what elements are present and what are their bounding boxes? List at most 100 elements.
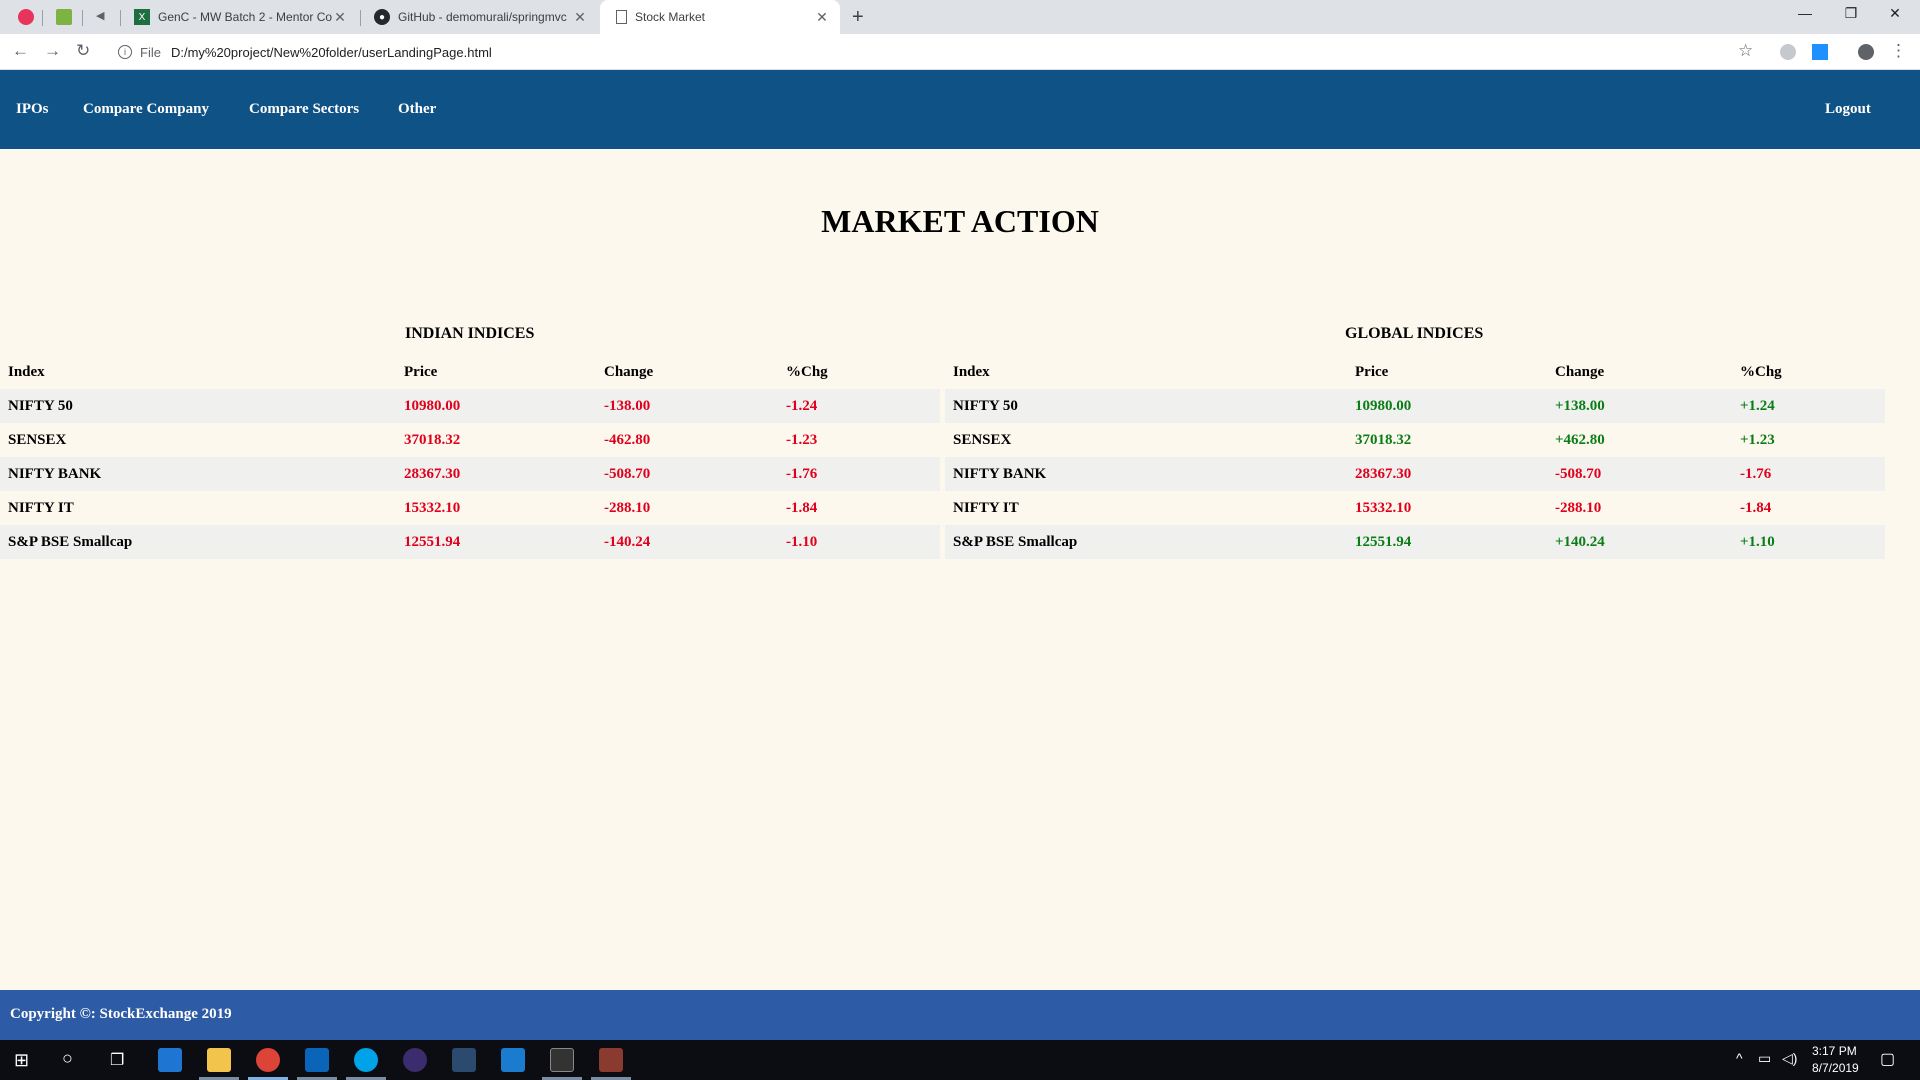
vscode-icon[interactable] bbox=[501, 1048, 525, 1072]
index-price: 15332.10 bbox=[404, 499, 461, 516]
table-row: NIFTY 50 10980.00 -138.00 -1.24 bbox=[0, 389, 940, 423]
index-name: SENSEX bbox=[8, 431, 67, 448]
search-icon[interactable]: ○ bbox=[62, 1048, 73, 1069]
clock-time[interactable]: 3:17 PM bbox=[1812, 1044, 1857, 1058]
tab-stock-market[interactable]: Stock Market ✕ bbox=[600, 0, 840, 34]
index-price: 10980.00 bbox=[1347, 389, 1547, 423]
forward-icon[interactable]: → bbox=[44, 41, 61, 61]
table-header-row: Index Price Change %Chg bbox=[945, 355, 1885, 389]
page-footer: Copyright ©: StockExchange 2019 bbox=[0, 990, 1920, 1040]
volume-icon[interactable]: ◁) bbox=[1782, 1050, 1797, 1067]
table-row: S&P BSE Smallcap 12551.94 -140.24 -1.10 bbox=[0, 525, 940, 559]
windows-start-icon[interactable]: ⊞ bbox=[14, 1050, 29, 1071]
chrome-icon[interactable] bbox=[256, 1048, 280, 1072]
index-pct-change: +1.10 bbox=[1732, 525, 1885, 559]
close-window-button[interactable]: ✕ bbox=[1880, 5, 1910, 22]
close-icon[interactable]: ✕ bbox=[332, 9, 348, 26]
column-header: %Chg bbox=[1740, 363, 1782, 380]
menu-icon[interactable]: ⋮ bbox=[1890, 41, 1907, 61]
windows-extension-icon[interactable] bbox=[1812, 44, 1828, 60]
nav-compare-company[interactable]: Compare Company bbox=[83, 101, 209, 118]
column-header: Price bbox=[1355, 363, 1389, 380]
index-change: -138.00 bbox=[596, 389, 778, 423]
file-explorer-icon[interactable] bbox=[207, 1048, 231, 1072]
eclipse-icon[interactable] bbox=[403, 1048, 427, 1072]
clock-date[interactable]: 8/7/2019 bbox=[1812, 1061, 1859, 1075]
index-change: +138.00 bbox=[1547, 389, 1732, 423]
index-price: 12551.94 bbox=[396, 525, 596, 559]
index-name: S&P BSE Smallcap bbox=[0, 525, 396, 559]
table-header-row: Index Price Change %Chg bbox=[0, 355, 940, 389]
table-row: NIFTY IT 15332.10 -288.10 -1.84 bbox=[945, 491, 1885, 525]
table-row: NIFTY BANK 28367.30 -508.70 -1.76 bbox=[945, 457, 1885, 491]
index-name: NIFTY IT bbox=[8, 499, 74, 516]
index-pct-change: -1.24 bbox=[778, 389, 940, 423]
task-view-icon[interactable]: ❐ bbox=[110, 1050, 124, 1070]
profile-icon[interactable] bbox=[1858, 44, 1874, 60]
edge-icon[interactable] bbox=[158, 1048, 182, 1072]
nav-logout[interactable]: Logout bbox=[1825, 101, 1871, 118]
index-pct-change: +1.23 bbox=[1740, 431, 1775, 448]
app-navbar: IPOs Compare Company Compare Sectors Oth… bbox=[0, 70, 1920, 149]
index-change: -508.70 bbox=[596, 457, 778, 491]
indian-indices-table: Index Price Change %Chg NIFTY 50 10980.0… bbox=[0, 355, 940, 559]
restore-button[interactable]: ❐ bbox=[1836, 5, 1866, 22]
pinned-tab-icon[interactable] bbox=[18, 9, 34, 25]
index-pct-change: -1.76 bbox=[1732, 457, 1885, 491]
app-icon[interactable] bbox=[599, 1048, 623, 1072]
tab-genc[interactable]: X GenC - MW Batch 2 - Mentor Co ✕ bbox=[122, 0, 358, 34]
column-header: Change bbox=[1555, 363, 1605, 380]
tab-title: GenC - MW Batch 2 - Mentor Co bbox=[158, 10, 332, 24]
notifications-icon[interactable]: ▢ bbox=[1880, 1049, 1895, 1069]
skype-icon[interactable] bbox=[354, 1048, 378, 1072]
new-tab-button[interactable]: + bbox=[852, 6, 864, 29]
index-change: +140.24 bbox=[1547, 525, 1732, 559]
indian-indices-heading: INDIAN INDICES bbox=[405, 325, 535, 342]
document-icon bbox=[616, 10, 627, 24]
minimize-button[interactable]: — bbox=[1790, 5, 1820, 21]
column-header: %Chg bbox=[786, 363, 828, 380]
address-scheme: File bbox=[140, 44, 161, 60]
terminal-icon[interactable] bbox=[550, 1048, 574, 1072]
nav-ipos[interactable]: IPOs bbox=[16, 101, 49, 118]
table-row: SENSEX 37018.32 -462.80 -1.23 bbox=[0, 423, 940, 457]
bookmark-star-icon[interactable]: ☆ bbox=[1738, 41, 1753, 61]
table-row: S&P BSE Smallcap 12551.94 +140.24 +1.10 bbox=[945, 525, 1885, 559]
index-pct-change: -1.76 bbox=[778, 457, 940, 491]
pinned-tab-icon[interactable] bbox=[56, 9, 72, 25]
github-icon: ● bbox=[374, 9, 390, 25]
reload-icon[interactable]: ↻ bbox=[76, 41, 90, 61]
outlook-icon[interactable] bbox=[305, 1048, 329, 1072]
index-name: SENSEX bbox=[953, 431, 1012, 448]
address-bar[interactable]: i File D:/my%20project/New%20folder/user… bbox=[110, 38, 1760, 66]
index-name: NIFTY 50 bbox=[945, 389, 1347, 423]
nav-compare-sectors[interactable]: Compare Sectors bbox=[249, 101, 359, 118]
table-row: NIFTY 50 10980.00 +138.00 +1.24 bbox=[945, 389, 1885, 423]
chevron-up-icon[interactable]: ^ bbox=[1736, 1050, 1743, 1066]
info-icon[interactable]: i bbox=[118, 45, 132, 59]
column-header: Index bbox=[8, 363, 45, 380]
index-change: -288.10 bbox=[1555, 499, 1602, 516]
column-header: Price bbox=[404, 363, 438, 380]
mysql-workbench-icon[interactable] bbox=[452, 1048, 476, 1072]
close-icon[interactable]: ✕ bbox=[572, 9, 588, 26]
table-row: SENSEX 37018.32 +462.80 +1.23 bbox=[945, 423, 1885, 457]
extension-icon[interactable] bbox=[1780, 44, 1796, 60]
close-icon[interactable]: ✕ bbox=[814, 9, 830, 26]
audio-tab-icon[interactable]: ◀ bbox=[96, 9, 112, 25]
index-price: 12551.94 bbox=[1347, 525, 1547, 559]
index-pct-change: -1.84 bbox=[786, 499, 818, 516]
tab-github[interactable]: ● GitHub - demomurali/springmvc ✕ bbox=[362, 0, 598, 34]
network-icon[interactable]: ▭ bbox=[1758, 1050, 1771, 1067]
global-indices-heading: GLOBAL INDICES bbox=[1345, 325, 1484, 342]
index-change: -508.70 bbox=[1547, 457, 1732, 491]
index-name: NIFTY 50 bbox=[0, 389, 396, 423]
tab-title: GitHub - demomurali/springmvc bbox=[398, 10, 567, 24]
spreadsheet-icon: X bbox=[134, 9, 150, 25]
address-url[interactable]: D:/my%20project/New%20folder/userLanding… bbox=[171, 45, 492, 60]
index-name: NIFTY IT bbox=[953, 499, 1019, 516]
back-icon[interactable]: ← bbox=[12, 41, 29, 61]
index-change: -140.24 bbox=[596, 525, 778, 559]
tab-separator bbox=[82, 10, 83, 26]
nav-other[interactable]: Other bbox=[398, 101, 436, 118]
